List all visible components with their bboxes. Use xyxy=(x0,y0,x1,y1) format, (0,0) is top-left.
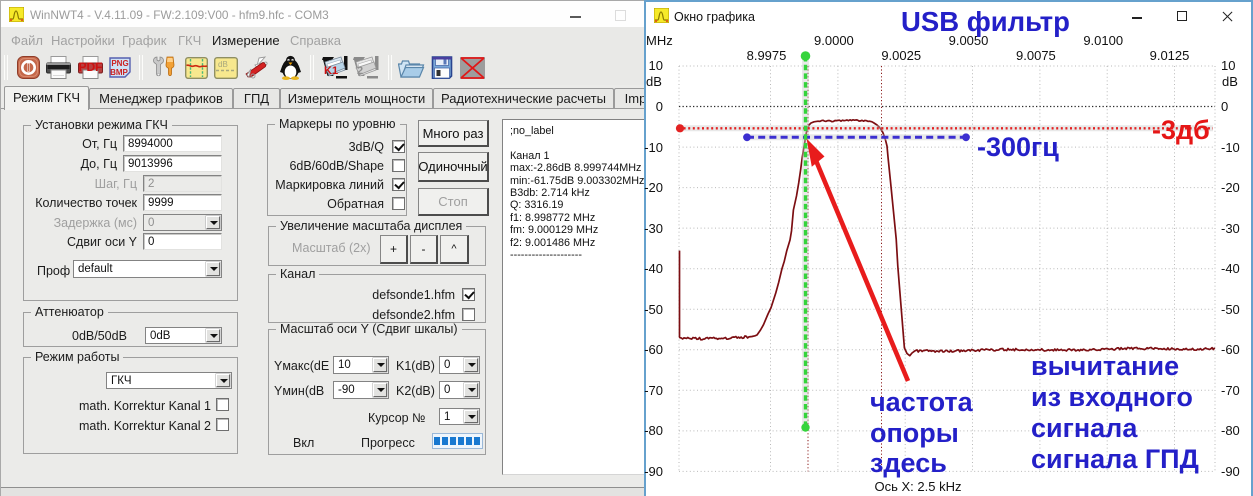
svg-text:PDF: PDF xyxy=(79,60,103,74)
svg-text:BMP: BMP xyxy=(110,68,128,77)
svg-text:PNG: PNG xyxy=(111,59,128,68)
svg-text:dB: dB xyxy=(218,60,228,69)
svg-text:2: 2 xyxy=(357,65,363,77)
svg-text:K1: K1 xyxy=(324,65,338,77)
